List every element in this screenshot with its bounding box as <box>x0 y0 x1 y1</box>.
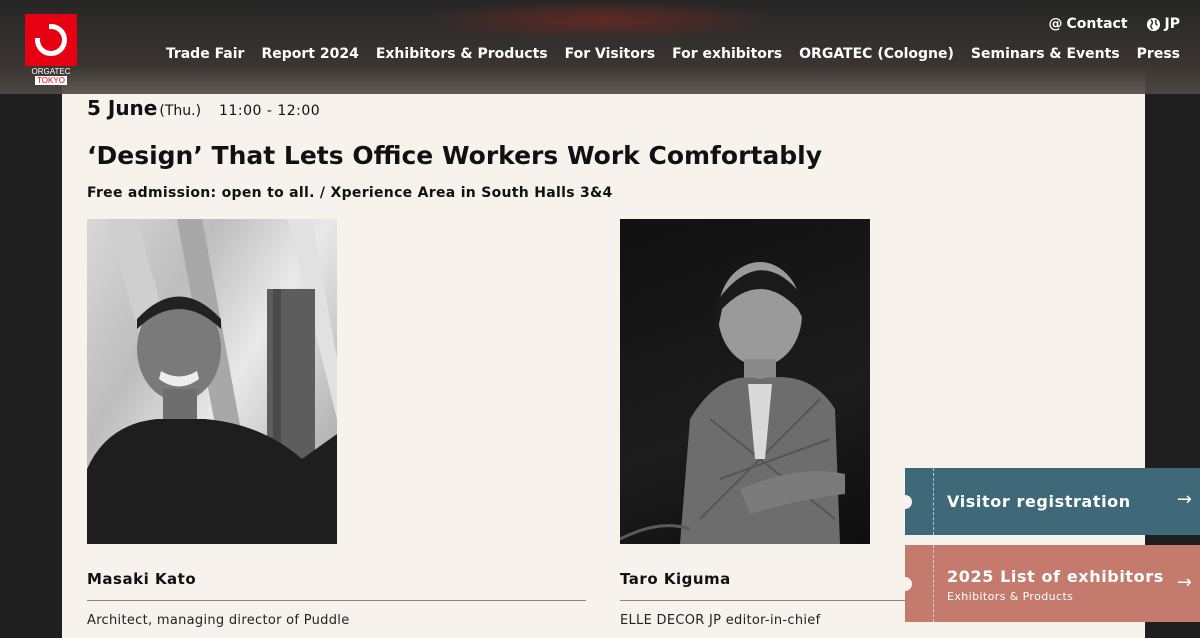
nav-report-2024[interactable]: Report 2024 <box>261 46 358 62</box>
header-glow <box>420 0 780 40</box>
event-subtitle: Free admission: open to all. / Xperience… <box>87 185 613 201</box>
nav-for-exhibitors[interactable]: For exhibitors <box>672 46 782 62</box>
orgatec-logo[interactable]: ORGATEC TOKYO <box>25 14 77 85</box>
language-link[interactable]: JP <box>1146 16 1180 32</box>
contact-link[interactable]: @ Contact <box>1049 16 1128 32</box>
speaker-role: Architect, managing director of Puddle <box>87 613 350 628</box>
nav-trade-fair[interactable]: Trade Fair <box>166 46 245 62</box>
speaker-name: Masaki Kato <box>87 570 586 601</box>
main-nav: Trade Fair Report 2024 Exhibitors & Prod… <box>166 46 1180 62</box>
logo-city: TOKYO <box>35 76 67 85</box>
event-time: 11:00 - 12:00 <box>219 103 321 119</box>
utility-nav: @ Contact JP <box>1049 16 1180 32</box>
logo-brand: ORGATEC <box>31 67 71 76</box>
arrow-right-icon: → <box>1176 572 1192 593</box>
nav-seminars-events[interactable]: Seminars & Events <box>971 46 1120 62</box>
globe-icon <box>1146 17 1160 31</box>
visitor-registration-button[interactable]: Visitor registration → <box>898 468 1200 535</box>
exhibitor-list-sublabel: Exhibitors & Products <box>947 590 1074 603</box>
speaker-photo <box>620 219 870 544</box>
visitor-registration-label: Visitor registration <box>947 492 1131 511</box>
speaker-photo <box>87 219 337 544</box>
nav-exhibitors-products[interactable]: Exhibitors & Products <box>376 46 548 62</box>
event-datetime: 5 June (Thu.) 11:00 - 12:00 <box>87 96 320 120</box>
nav-for-visitors[interactable]: For Visitors <box>565 46 655 62</box>
event-date: 5 June <box>87 96 158 120</box>
at-icon: @ <box>1048 16 1063 32</box>
ticket-notch <box>898 576 912 591</box>
event-day-of-week: (Thu.) <box>159 103 202 119</box>
speaker-card: Masaki Kato Architect, managing director… <box>87 219 587 628</box>
arrow-right-icon: → <box>1176 489 1192 510</box>
exhibitor-list-label: 2025 List of exhibitors <box>947 567 1164 586</box>
nav-press[interactable]: Press <box>1137 46 1180 62</box>
nav-orgatec-cologne[interactable]: ORGATEC (Cologne) <box>799 46 954 62</box>
event-title: ‘Design’ That Lets Office Workers Work C… <box>87 141 823 170</box>
logo-mark <box>25 14 77 66</box>
logo-text: ORGATEC TOKYO <box>25 67 77 85</box>
exhibitor-list-button[interactable]: 2025 List of exhibitors Exhibitors & Pro… <box>898 545 1200 622</box>
site-header: ORGATEC TOKYO @ Contact JP Trade Fair Re… <box>0 0 1200 94</box>
language-label: JP <box>1164 16 1180 32</box>
ticket-notch <box>898 494 912 509</box>
contact-label: Contact <box>1066 16 1128 32</box>
